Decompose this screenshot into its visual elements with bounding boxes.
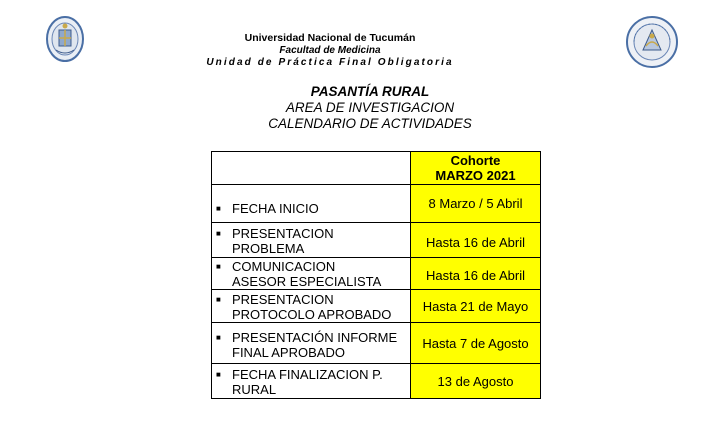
activity-label: PRESENTACION PROTOCOLO APROBADO bbox=[232, 291, 392, 322]
activity-label: FECHA INICIO bbox=[232, 201, 319, 216]
document-subtitle-area: AREA DE INVESTIGACION bbox=[285, 100, 455, 115]
cohort-header-cell: Cohorte MARZO 2021 bbox=[410, 151, 541, 185]
cohort-label: Cohorte bbox=[450, 153, 501, 168]
table-row: ■ FECHA INICIO 8 Marzo / 5 Abril bbox=[211, 184, 541, 223]
date-value: Hasta 16 de Abril bbox=[425, 268, 525, 283]
activity-label: COMUNICACION ASESOR ESPECIALISTA bbox=[232, 259, 382, 289]
table-row: ■ PRESENTACION PROBLEMA Hasta 16 de Abril bbox=[211, 222, 541, 258]
bullet-icon: ■ bbox=[216, 204, 221, 213]
activity-cell: ■ FECHA INICIO bbox=[211, 184, 411, 223]
university-seal-icon bbox=[46, 16, 84, 62]
unit-name: Unidad de Práctica Final Obligatoria bbox=[206, 57, 454, 68]
activity-label: PRESENTACION PROBLEMA bbox=[232, 225, 334, 256]
bullet-icon: ■ bbox=[216, 369, 221, 379]
faculty-name: Facultad de Medicina bbox=[279, 45, 381, 56]
document-title: PASANTÍA RURAL bbox=[310, 84, 430, 99]
bullet-icon: ■ bbox=[216, 262, 221, 271]
document-subtitle-calendar: CALENDARIO DE ACTIVIDADES bbox=[268, 116, 472, 131]
activity-label: PRESENTACIÓN INFORME FINAL APROBADO bbox=[232, 330, 398, 360]
bullet-icon: ■ bbox=[216, 228, 221, 238]
date-cell: Hasta 16 de Abril bbox=[410, 222, 541, 258]
faculty-seal-icon bbox=[626, 16, 678, 68]
activity-cell: ■ FECHA FINALIZACION P. RURAL bbox=[211, 363, 411, 399]
date-value: 8 Marzo / 5 Abril bbox=[428, 196, 523, 211]
activity-cell: ■ PRESENTACION PROBLEMA bbox=[211, 222, 411, 258]
date-value: Hasta 7 de Agosto bbox=[422, 335, 529, 351]
date-value: Hasta 16 de Abril bbox=[425, 234, 525, 250]
bullet-icon: ■ bbox=[216, 294, 221, 304]
date-value: Hasta 21 de Mayo bbox=[422, 298, 529, 314]
header-empty-cell bbox=[211, 151, 411, 185]
bullet-icon: ■ bbox=[216, 333, 221, 342]
table-row: ■ COMUNICACION ASESOR ESPECIALISTA Hasta … bbox=[211, 257, 541, 290]
date-cell: 8 Marzo / 5 Abril bbox=[410, 184, 541, 223]
date-cell: Hasta 7 de Agosto bbox=[410, 322, 541, 364]
activity-cell: ■ COMUNICACION ASESOR ESPECIALISTA bbox=[211, 257, 411, 290]
date-cell: Hasta 16 de Abril bbox=[410, 257, 541, 290]
activity-cell: ■ PRESENTACION PROTOCOLO APROBADO bbox=[211, 289, 411, 323]
table-row: ■ FECHA FINALIZACION P. RURAL 13 de Agost… bbox=[211, 363, 541, 399]
table-row: ■ PRESENTACIÓN INFORME FINAL APROBADO Has… bbox=[211, 322, 541, 364]
activities-calendar-table: Cohorte MARZO 2021 ■ FECHA INICIO 8 Marzo… bbox=[211, 151, 541, 399]
table-header-row: Cohorte MARZO 2021 bbox=[211, 151, 541, 185]
cohort-date: MARZO 2021 bbox=[435, 168, 516, 183]
date-cell: Hasta 21 de Mayo bbox=[410, 289, 541, 323]
date-value: 13 de Agosto bbox=[437, 373, 514, 389]
table-row: ■ PRESENTACION PROTOCOLO APROBADO Hasta 2… bbox=[211, 289, 541, 323]
activity-label: FECHA FINALIZACION P. RURAL bbox=[232, 366, 383, 397]
activity-cell: ■ PRESENTACIÓN INFORME FINAL APROBADO bbox=[211, 322, 411, 364]
date-cell: 13 de Agosto bbox=[410, 363, 541, 399]
university-name: Universidad Nacional de Tucumán bbox=[244, 32, 416, 44]
